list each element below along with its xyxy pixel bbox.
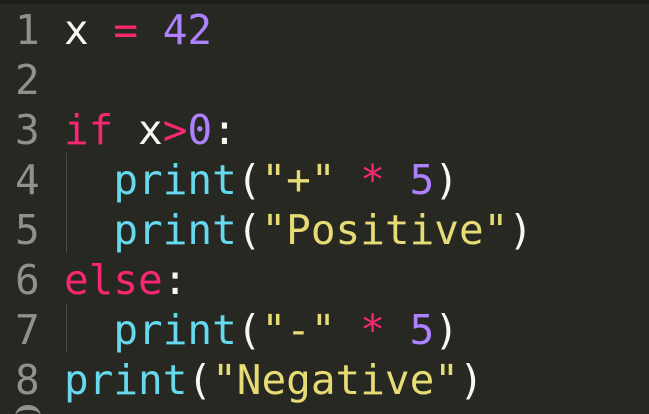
code-token-op: >: [162, 106, 188, 154]
code-token-kw: if: [64, 106, 114, 154]
line-number: 8: [15, 356, 40, 404]
line-code[interactable]: print("-" * 5): [64, 305, 459, 355]
code-token-plain: ): [508, 206, 534, 254]
editor-top-border: [0, 0, 649, 4]
next-line-number-peek: [15, 405, 41, 414]
code-token-str: "Negative": [212, 356, 459, 404]
code-token-fn: print: [113, 156, 237, 204]
line-number: 2: [15, 56, 40, 104]
line-code[interactable]: else:: [64, 255, 187, 305]
code-token-num: 0: [187, 106, 213, 154]
code-line[interactable]: 2: [0, 55, 64, 105]
code-token-num: 5: [409, 156, 435, 204]
code-token-num: 5: [409, 306, 435, 354]
line-code[interactable]: print("Negative"): [64, 355, 484, 405]
indent-guide: [66, 153, 67, 253]
code-token-plain: x: [113, 106, 163, 154]
code-line[interactable]: 7 print("-" * 5): [0, 305, 459, 355]
code-token-plain: (: [187, 356, 213, 404]
code-token-plain: x: [64, 6, 114, 54]
code-token-fn: print: [64, 356, 188, 404]
code-token-plain: ): [458, 356, 484, 404]
code-token-op: *: [360, 156, 385, 204]
line-number: 6: [15, 256, 40, 304]
code-token-plain: ): [434, 156, 459, 204]
code-line[interactable]: 3 if x>0:: [0, 105, 237, 155]
code-token-plain: :: [212, 106, 237, 154]
code-editor[interactable]: 1x = 42 2 3 if x>0: 4 print("+" * 5) 5 print(…: [0, 0, 649, 414]
line-number: 5: [15, 206, 40, 254]
code-token-plain: (: [236, 156, 262, 204]
code-token-plain: (: [236, 306, 262, 354]
line-number: 1: [15, 6, 40, 54]
code-token-plain: ): [434, 306, 459, 354]
code-token-fn: print: [113, 306, 237, 354]
line-code[interactable]: if x>0:: [64, 105, 237, 155]
code-line[interactable]: 4 print("+" * 5): [0, 155, 459, 205]
code-token-op: *: [360, 306, 385, 354]
line-number: 3: [15, 106, 40, 154]
code-token-str: "Positive": [261, 206, 509, 254]
code-token-plain: :: [162, 256, 188, 304]
code-token-op: =: [113, 6, 139, 54]
code-line[interactable]: 5 print("Positive"): [0, 205, 533, 255]
line-code[interactable]: print("Positive"): [64, 205, 533, 255]
code-token-str: "+": [261, 156, 336, 204]
line-number: 7: [15, 306, 40, 354]
code-token-kw: else: [64, 256, 163, 304]
code-token-str: "-": [261, 306, 336, 354]
code-token-num: 42: [162, 6, 213, 54]
code-line[interactable]: 1x = 42: [0, 5, 212, 55]
code-token-plain: (: [236, 206, 262, 254]
code-line[interactable]: 6 else:: [0, 255, 187, 305]
indent-guide: [66, 303, 67, 353]
line-code[interactable]: x = 42: [64, 5, 212, 55]
line-code[interactable]: print("+" * 5): [64, 155, 459, 205]
code-token-fn: print: [113, 206, 237, 254]
code-line[interactable]: 8 print("Negative"): [0, 355, 484, 405]
line-number: 4: [15, 156, 40, 204]
